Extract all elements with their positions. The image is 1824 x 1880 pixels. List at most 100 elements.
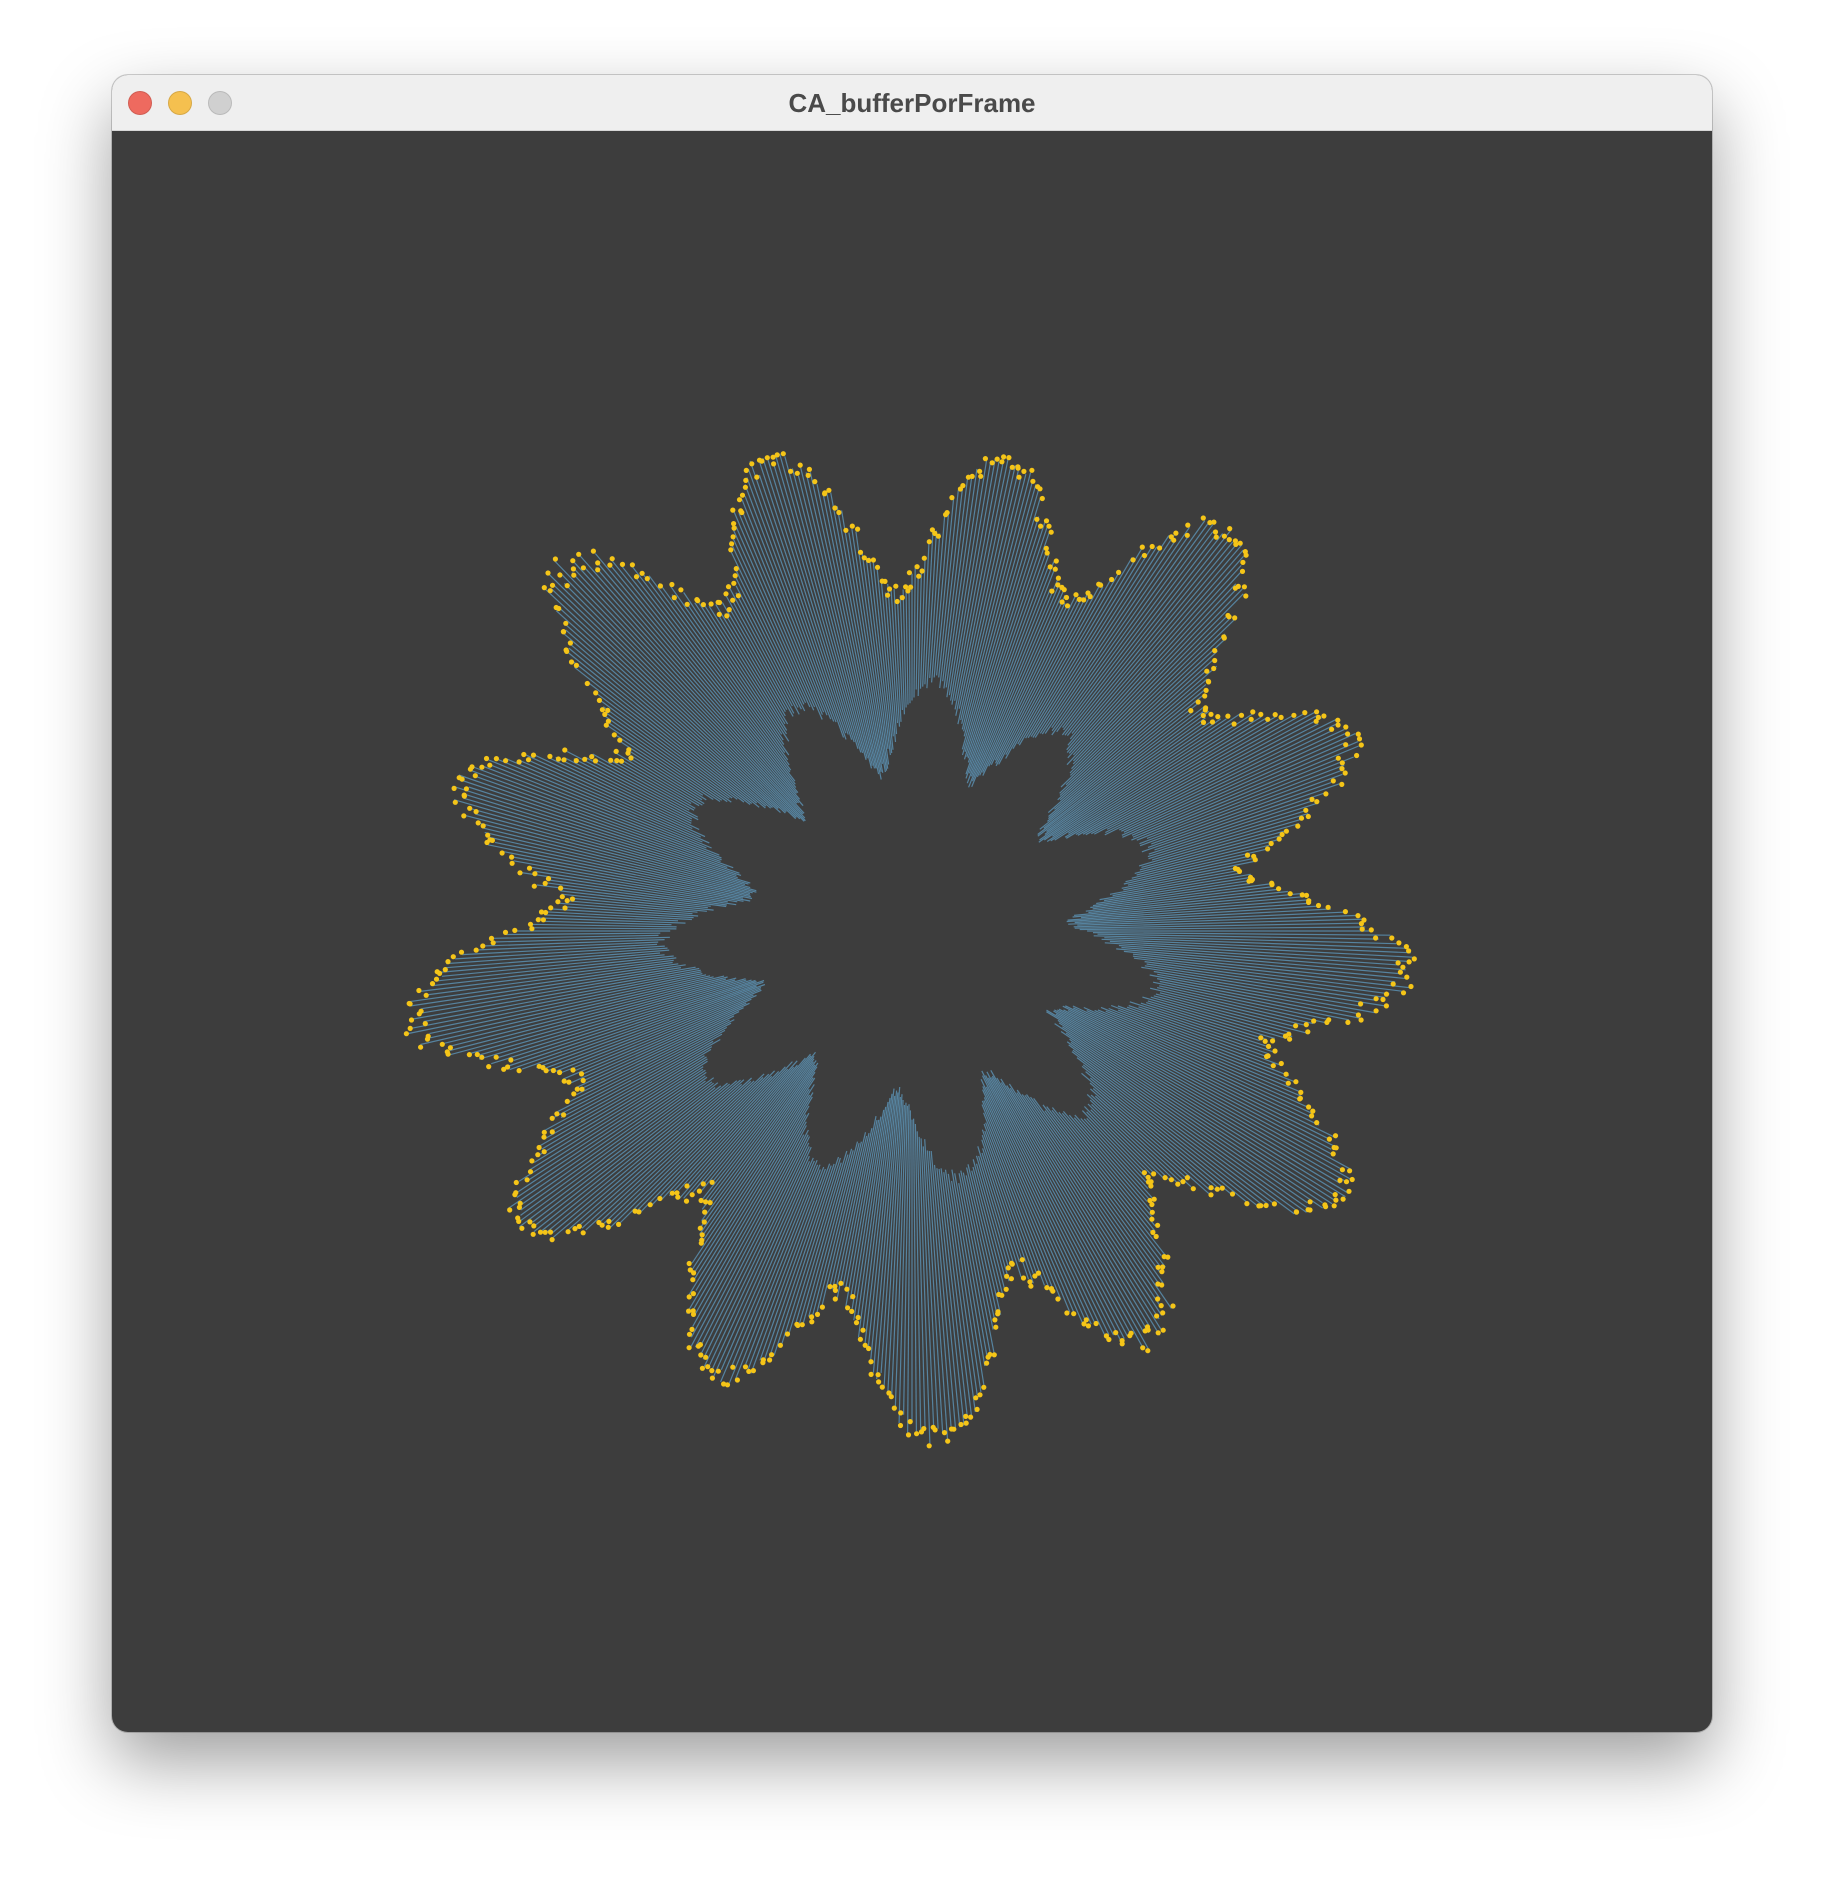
title-bar[interactable]: CA_bufferPorFrame	[112, 75, 1712, 131]
burst-tip-dot	[632, 1208, 638, 1214]
burst-tip-dot	[1355, 1012, 1361, 1018]
burst-tip-dot	[452, 799, 458, 805]
burst-tip-dot	[949, 495, 955, 501]
burst-tip-dot	[1021, 468, 1027, 474]
burst-tip-dot	[1287, 1036, 1293, 1042]
burst-tip-dot	[876, 1379, 882, 1385]
burst-tip-dot	[1175, 1181, 1181, 1187]
burst-tip-dot	[1046, 523, 1052, 529]
burst-tip-dot	[1073, 592, 1079, 598]
burst-tip-dot	[579, 1086, 585, 1092]
burst-tip-dot	[874, 564, 881, 570]
burst-tip-dot	[548, 905, 554, 911]
burst-tip-dot	[1324, 1019, 1330, 1025]
burst-tip-dot	[1184, 1175, 1190, 1181]
burst-tip-dot	[832, 505, 838, 511]
burst-tip-dot	[1151, 1171, 1157, 1177]
burst-tip-dot	[542, 880, 548, 887]
burst-tip-dot	[1313, 718, 1319, 724]
burst-tip-dot	[570, 566, 576, 572]
burst-tip-dot	[935, 533, 942, 539]
burst-tip-dot	[1204, 668, 1210, 674]
burst-tip-dot	[674, 1190, 680, 1196]
burst-tip-dot	[502, 929, 509, 936]
burst-ray	[908, 587, 911, 704]
burst-tip-dot	[517, 870, 523, 876]
burst-tip-dot	[1027, 1279, 1033, 1285]
burst-tip-dot	[1306, 898, 1312, 904]
burst-tip-dot	[698, 1240, 704, 1246]
burst-tip-dot	[439, 1041, 445, 1047]
burst-tip-dot	[1001, 454, 1007, 460]
burst-tip-dot	[809, 1314, 815, 1320]
burst-tip-dot	[1009, 464, 1015, 470]
burst-tip-dot	[1161, 1254, 1167, 1260]
burst-tip-dot	[963, 1420, 969, 1426]
burst-tip-dot	[541, 1134, 547, 1140]
burst-tip-dot	[483, 755, 490, 762]
burst-tip-dot	[1303, 892, 1310, 899]
burst-tip-dot	[507, 1207, 513, 1213]
burst-tip-dot	[1219, 1185, 1225, 1191]
burst-tip-dot	[1190, 1186, 1196, 1192]
burst-tip-dot	[568, 659, 575, 665]
burst-tip-dot	[893, 583, 899, 589]
burst-tip-dot	[639, 570, 645, 576]
burst-tip-dot	[512, 927, 518, 934]
burst-tip-dot	[738, 508, 744, 514]
burst-tip-dot	[561, 629, 567, 635]
burst-tip-dot	[1373, 1008, 1379, 1014]
burst-tip-dot	[1285, 1080, 1291, 1086]
burst-tip-dot	[1015, 465, 1021, 471]
burst-tip-dot	[450, 954, 456, 960]
burst-tip-dot	[832, 1287, 839, 1293]
burst-tip-dot	[1358, 742, 1364, 748]
burst-tip-dot	[530, 1231, 536, 1237]
burst-tip-dot	[541, 585, 547, 591]
burst-tip-dot	[725, 584, 732, 590]
burst-tip-dot	[694, 597, 700, 603]
burst-tip-dot	[530, 752, 537, 758]
burst-tip-dot	[992, 1317, 998, 1323]
burst-tip-dot	[1314, 1120, 1320, 1126]
burst-ray	[496, 758, 712, 849]
burst-tip-dot	[1271, 1201, 1277, 1207]
burst-ray	[968, 566, 1057, 788]
burst-tip-dot	[897, 1422, 904, 1429]
burst-ray	[933, 1164, 961, 1428]
burst-tip-dot	[746, 1368, 752, 1374]
burst-tip-dot	[593, 690, 599, 696]
burst-tip-dot	[1248, 716, 1254, 722]
burst-tip-dot	[1287, 891, 1293, 897]
burst-tip-dot	[521, 751, 527, 758]
burst-tip-dot	[479, 1054, 485, 1060]
burst-tip-dot	[1397, 969, 1403, 975]
burst-tip-dot	[708, 601, 714, 607]
burst-tip-dot	[1358, 1017, 1364, 1023]
burst-tip-dot	[473, 809, 479, 815]
burst-tip-dot	[944, 510, 950, 516]
burst-tip-dot	[1238, 712, 1245, 718]
burst-tip-dot	[1071, 1311, 1077, 1317]
burst-tip-dot	[702, 1209, 708, 1215]
burst-tip-dot	[1150, 1229, 1156, 1235]
burst-tip-dot	[1268, 840, 1274, 847]
burst-ray	[1018, 570, 1121, 746]
burst-tip-dot	[1052, 566, 1058, 572]
burst-tip-dot	[1330, 1151, 1336, 1157]
burst-tip-dot	[1202, 707, 1208, 713]
burst-tip-dot	[1356, 736, 1363, 742]
burst-tip-dot	[1252, 857, 1258, 863]
burst-tip-dot	[1185, 522, 1191, 528]
burst-tip-dot	[1246, 878, 1252, 884]
burst-tip-dot	[526, 865, 533, 871]
burst-tip-dot	[1064, 603, 1071, 609]
burst-tip-dot	[1331, 1203, 1337, 1209]
burst-tip-dot	[543, 909, 549, 916]
burst-tip-dot	[731, 521, 737, 527]
burst-tip-dot	[1244, 1201, 1250, 1207]
burst-tip-dot	[1148, 1183, 1154, 1189]
sketch-canvas	[112, 131, 1712, 1732]
burst-tip-dot	[562, 905, 568, 911]
burst-tip-dot	[1050, 1288, 1056, 1294]
